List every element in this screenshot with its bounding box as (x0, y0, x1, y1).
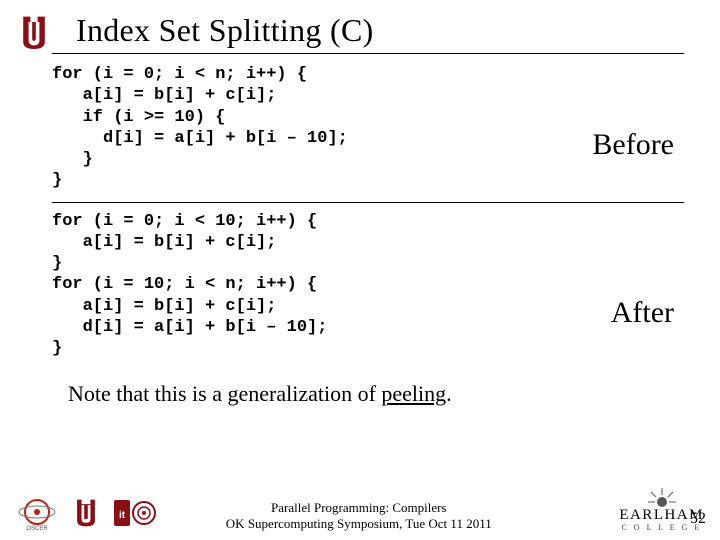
footer-line-2: OK Supercomputing Symposium, Tue Oct 11 … (226, 516, 492, 532)
footer-logos: OSCER it (14, 494, 158, 532)
code-block-before: for (i = 0; i < n; i++) { a[i] = b[i] + … (52, 64, 684, 192)
ou-logo-icon (16, 13, 52, 49)
peeling-link[interactable]: peeling (381, 381, 446, 406)
code-block-after: for (i = 0; i < 10; i++) { a[i] = b[i] +… (52, 211, 684, 360)
svg-text:it: it (119, 510, 126, 521)
slide-title: Index Set Splitting (C) (76, 12, 374, 49)
note-prefix: Note that this is a generalization of (68, 381, 381, 406)
footer: OSCER it Parallel Programmin (0, 488, 720, 532)
code-area: for (i = 0; i < n; i++) { a[i] = b[i] + … (52, 64, 684, 359)
note-text: Note that this is a generalization of pe… (68, 381, 720, 407)
after-label: After (611, 296, 674, 330)
before-label: Before (592, 128, 674, 162)
code-separator (52, 202, 684, 203)
page-number: 52 (690, 510, 706, 528)
ou-small-logo-icon (68, 494, 104, 532)
slide: Index Set Splitting (C) for (i = 0; i < … (0, 0, 720, 540)
footer-line-1: Parallel Programming: Compilers (226, 500, 492, 516)
footer-text: Parallel Programming: Compilers OK Super… (226, 500, 492, 533)
ou-it-logo-icon: it (112, 494, 158, 532)
sun-icon (647, 488, 677, 508)
title-row: Index Set Splitting (C) (0, 0, 720, 51)
note-suffix: . (446, 381, 452, 406)
svg-text:OSCER: OSCER (26, 526, 48, 532)
oscer-logo-icon: OSCER (14, 494, 60, 532)
title-rule (52, 53, 684, 54)
